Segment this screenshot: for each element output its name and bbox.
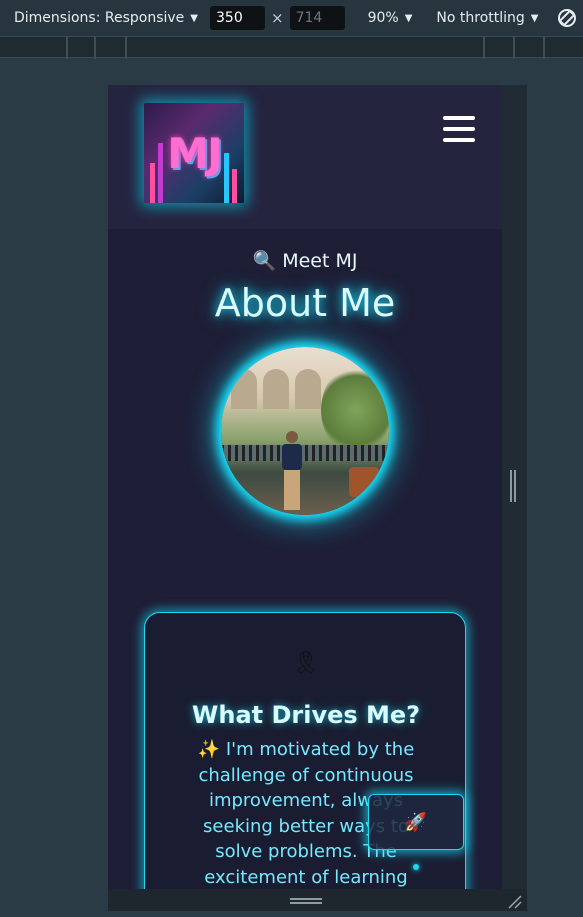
site-header: MJ	[108, 85, 502, 229]
ruler-tick	[94, 37, 96, 59]
logo-text: MJ	[167, 129, 222, 178]
rocket-icon: 🚀	[404, 811, 428, 833]
photo-tree	[321, 365, 389, 455]
indicator-dot	[413, 864, 419, 870]
card-title: What Drives Me?	[191, 701, 421, 729]
photo-arch	[295, 369, 321, 409]
profile-photo	[221, 347, 389, 515]
media-query-ruler	[0, 36, 583, 59]
side-resize-handle[interactable]	[510, 470, 518, 502]
ruler-tick	[66, 37, 68, 59]
ribbon-icon: 🎗	[292, 651, 320, 676]
chevron-down-icon: ▼	[190, 12, 198, 24]
photo-arch	[263, 369, 289, 409]
devtools-toolbar: Dimensions: Responsive ▼ 350 × 714 90% ▼…	[0, 0, 583, 36]
resize-icon[interactable]	[506, 893, 522, 909]
throttling-label: No throttling	[436, 10, 525, 26]
hamburger-menu-icon[interactable]	[443, 116, 475, 144]
site-logo[interactable]: MJ	[144, 103, 244, 203]
photo-arch	[231, 369, 257, 409]
times-separator: ×	[271, 9, 284, 27]
dimensions-dropdown[interactable]: Dimensions: Responsive ▼	[14, 10, 198, 26]
ruler-tick	[513, 37, 515, 59]
ruler-tick	[543, 37, 545, 59]
bottom-resize-handle[interactable]	[290, 898, 322, 906]
device-viewport: MJ 🔍 Meet MJ About Me 🎗 What Drives Me? …	[108, 85, 502, 889]
ruler-tick	[483, 37, 485, 59]
section-kicker: 🔍 Meet MJ	[252, 250, 358, 272]
scroll-top-button[interactable]: 🚀	[368, 794, 464, 850]
page-title: About Me	[214, 281, 396, 325]
chevron-down-icon: ▼	[404, 12, 413, 24]
photo-railing	[221, 445, 389, 461]
width-input[interactable]: 350	[210, 6, 265, 30]
rotate-icon[interactable]	[557, 8, 577, 28]
chevron-down-icon: ▼	[530, 12, 539, 24]
dimensions-label: Dimensions: Responsive	[14, 10, 185, 26]
height-input[interactable]: 714	[289, 6, 345, 30]
zoom-dropdown[interactable]: 90% ▼	[368, 10, 413, 26]
throttling-dropdown[interactable]: No throttling ▼	[436, 10, 538, 26]
ruler-tick	[125, 37, 127, 59]
photo-person	[281, 431, 303, 511]
zoom-label: 90%	[367, 10, 399, 26]
photo-planter	[349, 467, 379, 497]
